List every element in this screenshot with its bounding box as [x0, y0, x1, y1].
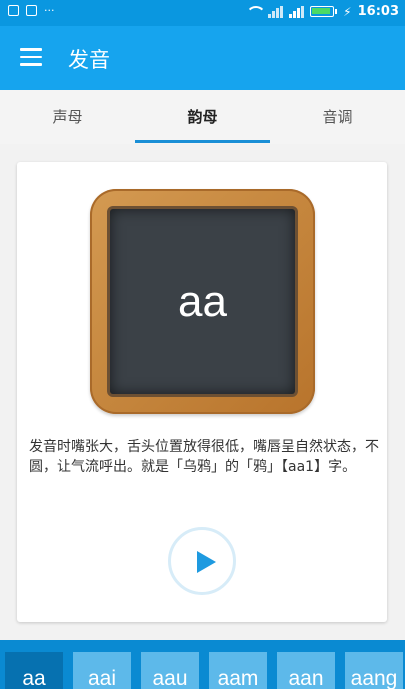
- tab-finals[interactable]: 韵母: [135, 90, 270, 144]
- image-icon: [8, 5, 19, 16]
- charging-icon: ⚡: [343, 4, 352, 19]
- app-bar: 发音: [0, 26, 405, 90]
- status-time: 16:03: [357, 4, 399, 19]
- chalkboard-frame: aa: [90, 189, 315, 414]
- battery-icon: [310, 6, 335, 17]
- tab-indicator: [135, 140, 270, 143]
- pronunciation-description: 发音时嘴张大，舌头位置放得很低，嘴唇呈自然状态，不圆，让气流呼出。就是「乌鸦」的…: [29, 439, 379, 475]
- final-key-aam[interactable]: aam: [209, 652, 267, 689]
- signal-icon: [268, 5, 284, 18]
- hamburger-menu-icon[interactable]: [20, 48, 42, 66]
- chalkboard: aa: [110, 209, 295, 394]
- final-key-aa[interactable]: aa: [5, 652, 63, 689]
- tab-bar: 声母 韵母 音调: [0, 90, 405, 144]
- final-key-aang[interactable]: aang: [345, 652, 403, 689]
- chalkboard-text: aa: [178, 276, 227, 326]
- pronunciation-card: aa 发音时嘴张大，舌头位置放得很低，嘴唇呈自然状态，不圆，让气流呼出。就是「乌…: [17, 162, 387, 622]
- final-key-aai[interactable]: aai: [73, 652, 131, 689]
- status-right-icons: ⚡ 16:03: [246, 4, 399, 19]
- final-selector-bar: aa aai aau aam aan aang: [0, 640, 405, 689]
- status-bar: ··· ⚡ 16:03: [0, 0, 405, 26]
- tab-tones[interactable]: 音调: [270, 90, 405, 144]
- status-left-icons: ···: [8, 5, 55, 16]
- app-title: 发音: [68, 48, 110, 72]
- play-icon: [197, 551, 216, 573]
- more-dots: ···: [44, 4, 55, 17]
- lock-icon: [26, 5, 37, 16]
- tab-initials[interactable]: 声母: [0, 90, 135, 144]
- final-key-aau[interactable]: aau: [141, 652, 199, 689]
- play-button[interactable]: [168, 527, 236, 595]
- battery-nub: [335, 9, 338, 14]
- signal-icon-2: [289, 5, 305, 18]
- wifi-icon: [246, 5, 267, 18]
- final-key-aan[interactable]: aan: [277, 652, 335, 689]
